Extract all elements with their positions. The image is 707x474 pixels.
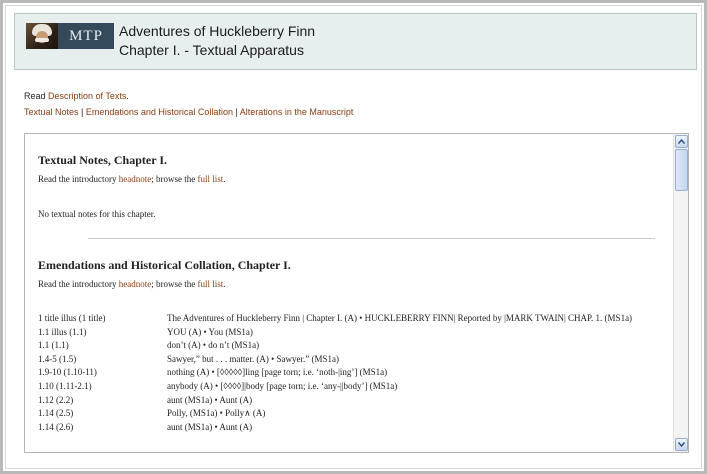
collation-entry: nothing (A) • [◊◊◊◊◊]ling [page torn; i.… [167, 367, 388, 378]
author-portrait-icon [26, 23, 58, 49]
page-titles: Adventures of Huckleberry Finn Chapter I… [119, 22, 315, 60]
collation-row: 1.1 illus (1.1) YOU (A) • You (MS1a) [38, 326, 668, 340]
no-notes-text: No textual notes for this chapter. [38, 209, 156, 219]
collation-entry: aunt (MS1a) • Aunt (A) [167, 394, 253, 405]
apparatus-content: Textual Notes, Chapter I. Read the intro… [25, 134, 673, 452]
emendations-link[interactable]: Emendations and Historical Collation [86, 107, 233, 117]
line-reference: 1 title illus (1 title) [38, 313, 106, 323]
section-divider [88, 238, 655, 239]
page-header: MTP Adventures of Huckleberry Finn Chapt… [14, 13, 697, 70]
line-reference: 1.4-5 (1.5) [38, 353, 77, 364]
textual-notes-intro: Read the introductory headnote; browse t… [38, 174, 225, 184]
collation-row: 1.9-10 (1.10-11) nothing (A) • [◊◊◊◊◊]lin… [38, 366, 668, 380]
textual-notes-headnote-link[interactable]: headnote [119, 174, 151, 184]
intro-text: ; browse the [151, 279, 198, 289]
collation-entry: YOU (A) • You (MS1a) [167, 326, 253, 337]
section-nav: Textual Notes | Emendations and Historic… [24, 104, 353, 120]
collation-entry: The Adventures of Huckleberry Finn | Cha… [167, 313, 633, 323]
collation-entry: anybody (A) • [◊◊◊◊]|body [page torn; i.… [167, 380, 398, 391]
nav-separator: | [232, 107, 240, 117]
line-reference: 1.12 (2.2) [38, 394, 74, 405]
page-title: Adventures of Huckleberry Finn [119, 23, 316, 39]
emendations-full-list-link[interactable]: full list [197, 279, 223, 289]
emendations-heading: Emendations and Historical Collation, Ch… [38, 258, 291, 272]
emendations-intro: Read the introductory headnote; browse t… [38, 279, 225, 289]
line-reference: 1.14 (2.6) [38, 421, 74, 432]
read-label: Read [24, 91, 49, 101]
line-reference: 1.10 (1.11-2.1) [38, 380, 92, 391]
intro-text: ; browse the [151, 174, 198, 184]
page-subtitle: Chapter I. - Textual Apparatus [119, 42, 304, 58]
collation-row: 1.14 (2.5) Polly, (MS1a) • Polly∧ (A) [38, 407, 668, 421]
line-reference: 1.9-10 (1.10-11) [38, 367, 97, 378]
logo-text: MTP [58, 23, 114, 49]
apparatus-panel[interactable]: Textual Notes, Chapter I. Read the intro… [24, 133, 689, 453]
collation-row: 1.4-5 (1.5) Sawyer,” but . . . matter. (A… [38, 353, 668, 367]
textual-notes-full-list-link[interactable]: full list [197, 174, 223, 184]
collation-row: 1.12 (2.2) aunt (MS1a) • Aunt (A) [38, 394, 668, 408]
collation-row: 1.1 (1.1) don’t (A) • do n’t (MS1a) [38, 339, 668, 353]
intro-text: . [223, 279, 226, 289]
mtp-logo[interactable]: MTP [26, 23, 114, 49]
collation-entry: aunt (MS1a) • Aunt (A) [167, 421, 253, 432]
textual-notes-heading: Textual Notes, Chapter I. [38, 153, 168, 167]
scrollbar-thumb[interactable] [675, 149, 688, 191]
description-line: Read Description of Texts. [24, 88, 353, 104]
chevron-down-icon[interactable] [675, 438, 688, 451]
line-reference: 1.14 (2.5) [38, 408, 74, 419]
nav-separator: | [78, 107, 86, 117]
window-frame: MTP Adventures of Huckleberry Finn Chapt… [0, 0, 707, 474]
alterations-link[interactable]: Alterations in the Manuscript [240, 107, 354, 117]
period-label: . [126, 91, 129, 101]
collation-row: 1.14 (2.6) aunt (MS1a) • Aunt (A) [38, 421, 668, 435]
collation-row: 1.10 (1.11-2.1) anybody (A) • [◊◊◊◊]|body… [38, 380, 668, 394]
intro-text: Read the introductory [38, 174, 119, 184]
chevron-up-icon[interactable] [675, 135, 688, 148]
description-of-texts-link[interactable]: Description of Texts [48, 91, 126, 101]
collation-table: 1 title illus (1 title) The Adventures of… [38, 312, 668, 434]
vertical-scrollbar[interactable] [673, 134, 688, 452]
intro-text: . [223, 174, 226, 184]
line-reference: 1.1 illus (1.1) [38, 326, 87, 337]
emendations-headnote-link[interactable]: headnote [119, 279, 151, 289]
collation-entry: Polly, (MS1a) • Polly∧ (A) [167, 408, 266, 419]
collation-entry: Sawyer,” but . . . matter. (A) • Sawyer.… [167, 353, 339, 364]
textual-notes-link[interactable]: Textual Notes [24, 107, 79, 117]
intro-text: Read the introductory [38, 279, 119, 289]
collation-row: 1 title illus (1 title) The Adventures of… [38, 312, 668, 326]
collation-entry: don’t (A) • do n’t (MS1a) [167, 340, 260, 351]
line-reference: 1.1 (1.1) [38, 340, 69, 351]
top-links: Read Description of Texts. Textual Notes… [24, 88, 353, 120]
